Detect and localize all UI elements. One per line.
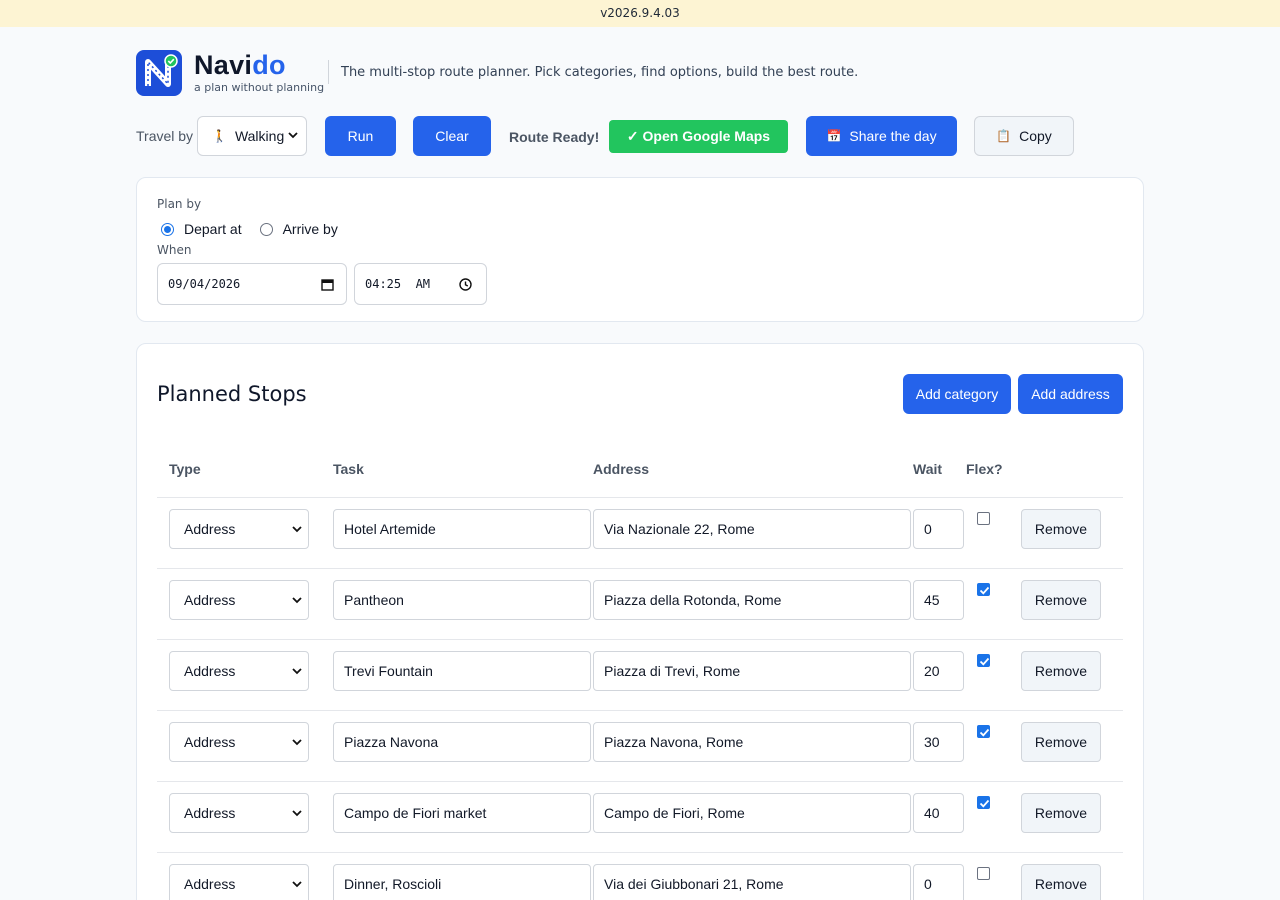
column-header-wait: Wait xyxy=(913,461,943,477)
stop-task-input[interactable]: Dinner, Roscioli xyxy=(333,864,591,900)
route-status: Route Ready! xyxy=(509,129,600,145)
stop-flex-checkbox[interactable] xyxy=(977,867,990,880)
plan-by-label: Plan by xyxy=(157,197,202,211)
clear-button[interactable]: Clear xyxy=(413,116,491,156)
table-row: Address Hotel Artemide Via Nazionale 22, R… xyxy=(157,498,1123,569)
chevron-down-icon xyxy=(292,597,302,604)
calendar-icon: 📅 xyxy=(826,129,842,143)
stop-task-input[interactable]: Trevi Fountain xyxy=(333,651,591,691)
column-header-task: Task xyxy=(333,461,364,477)
stop-wait-input[interactable]: 45 xyxy=(913,580,964,620)
time-input[interactable]: 04:25 AM xyxy=(354,263,487,305)
stop-flex-checkbox[interactable] xyxy=(977,654,990,667)
travel-by-label: Travel by xyxy=(136,128,194,144)
stop-address-input[interactable]: Via Nazionale 22, Rome xyxy=(593,509,911,549)
stop-address-input[interactable]: Via dei Giubbonari 21, Rome xyxy=(593,864,911,900)
remove-stop-button[interactable]: Remove xyxy=(1021,722,1101,762)
chevron-down-icon xyxy=(292,668,302,675)
walking-person-icon: 🚶 xyxy=(212,129,227,143)
column-header-flex: Flex? xyxy=(966,461,1003,477)
clock-icon[interactable] xyxy=(459,278,472,291)
chevron-down-icon xyxy=(292,526,302,533)
version-banner: v2026.9.4.03 xyxy=(0,0,1280,27)
remove-stop-button[interactable]: Remove xyxy=(1021,580,1101,620)
copy-button[interactable]: 📋 Copy xyxy=(974,116,1074,156)
stop-type-select[interactable]: Address xyxy=(169,509,309,549)
checkmark-icon xyxy=(979,728,990,737)
toolbar: Travel by 🚶 Walking Run Clear Route Read… xyxy=(136,116,1136,156)
clipboard-icon: 📋 xyxy=(996,129,1012,143)
stop-wait-input[interactable]: 0 xyxy=(913,864,964,900)
stop-address-input[interactable]: Piazza Navona, Rome xyxy=(593,722,911,762)
stop-wait-input[interactable]: 30 xyxy=(913,722,964,762)
stop-flex-checkbox[interactable] xyxy=(977,583,990,596)
app-header: Navido a plan without planning xyxy=(136,50,324,96)
table-row: Address Pantheon Piazza della Rotonda, Rom… xyxy=(157,569,1123,640)
stop-type-select[interactable]: Address xyxy=(169,864,309,900)
arrive-by-radio[interactable] xyxy=(259,222,273,236)
checkmark-icon xyxy=(979,657,990,666)
table-row: Address Trevi Fountain Piazza di Trevi, Ro… xyxy=(157,640,1123,711)
column-header-type: Type xyxy=(169,461,201,477)
plan-settings-card: Plan by Depart at Arrive by When 09/04/2… xyxy=(136,177,1144,322)
stop-wait-input[interactable]: 40 xyxy=(913,793,964,833)
brand: Navido a plan without planning xyxy=(194,50,324,94)
date-input[interactable]: 09/04/2026 xyxy=(157,263,347,305)
stop-task-input[interactable]: Campo de Fiori market xyxy=(333,793,591,833)
table-row: Address Campo de Fiori market Campo de Fio… xyxy=(157,782,1123,853)
chevron-down-icon xyxy=(292,810,302,817)
run-button[interactable]: Run xyxy=(325,116,396,156)
share-day-button[interactable]: 📅 Share the day xyxy=(806,116,957,156)
stop-address-input[interactable]: Piazza di Trevi, Rome xyxy=(593,651,911,691)
depart-at-radio[interactable] xyxy=(161,222,174,236)
planned-stops-card: Planned Stops Add category Add address T… xyxy=(136,343,1144,900)
add-category-button[interactable]: Add category xyxy=(903,374,1011,414)
when-label: When xyxy=(157,243,192,257)
stop-task-input[interactable]: Hotel Artemide xyxy=(333,509,591,549)
column-header-address: Address xyxy=(593,461,650,477)
stop-wait-input[interactable]: 20 xyxy=(913,651,964,691)
navido-logo-icon xyxy=(136,50,182,96)
stop-type-select[interactable]: Address xyxy=(169,793,309,833)
stop-flex-checkbox[interactable] xyxy=(977,725,990,738)
calendar-icon[interactable] xyxy=(321,278,334,291)
stop-flex-checkbox[interactable] xyxy=(977,512,990,525)
stop-flex-checkbox[interactable] xyxy=(977,796,990,809)
remove-stop-button[interactable]: Remove xyxy=(1021,793,1101,833)
table-row: Address Dinner, Roscioli Via dei Giubbonar… xyxy=(157,853,1123,900)
stop-address-input[interactable]: Piazza della Rotonda, Rome xyxy=(593,580,911,620)
checkmark-icon xyxy=(979,586,990,595)
stop-task-input[interactable]: Pantheon xyxy=(333,580,591,620)
app-name: Navido xyxy=(194,50,286,80)
remove-stop-button[interactable]: Remove xyxy=(1021,651,1101,691)
remove-stop-button[interactable]: Remove xyxy=(1021,864,1101,900)
travel-mode-select[interactable]: 🚶 Walking xyxy=(197,116,307,156)
depart-at-label: Depart at xyxy=(184,221,242,237)
app-description: The multi-stop route planner. Pick categ… xyxy=(341,65,859,80)
stop-type-select[interactable]: Address xyxy=(169,651,309,691)
app-tagline: a plan without planning xyxy=(194,81,325,94)
header-divider xyxy=(328,60,329,84)
chevron-down-icon xyxy=(288,132,298,139)
chevron-down-icon xyxy=(292,739,302,746)
planned-stops-title: Planned Stops xyxy=(157,382,307,406)
chevron-down-icon xyxy=(292,881,302,888)
remove-stop-button[interactable]: Remove xyxy=(1021,509,1101,549)
stop-type-select[interactable]: Address xyxy=(169,580,309,620)
arrive-by-label: Arrive by xyxy=(282,221,338,237)
plan-by-options: Depart at Arrive by xyxy=(161,221,338,237)
stop-wait-input[interactable]: 0 xyxy=(913,509,964,549)
stop-task-input[interactable]: Piazza Navona xyxy=(333,722,591,762)
open-google-maps-button[interactable]: ✓ Open Google Maps xyxy=(609,120,788,153)
stop-address-input[interactable]: Campo de Fiori, Rome xyxy=(593,793,911,833)
stop-type-select[interactable]: Address xyxy=(169,722,309,762)
add-address-button[interactable]: Add address xyxy=(1018,374,1123,414)
table-row: Address Piazza Navona Piazza Navona, Rome 3… xyxy=(157,711,1123,782)
checkmark-icon xyxy=(979,799,990,808)
